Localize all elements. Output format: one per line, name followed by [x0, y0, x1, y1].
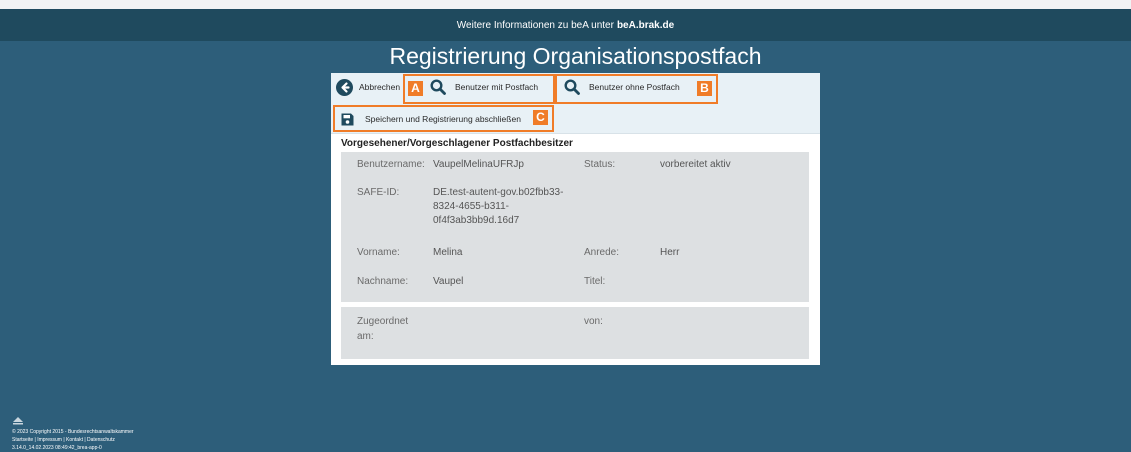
floppy-disk-icon: [341, 113, 354, 125]
salutation-label: Anrede:: [584, 247, 620, 258]
assignment-panel: Zugeordnet am: von:: [341, 307, 809, 359]
assigned-by-label: von:: [584, 316, 603, 327]
assigned-label-line-2: am:: [357, 331, 374, 342]
banner-link[interactable]: beA.brak.de: [617, 20, 674, 31]
title-label: Titel:: [584, 276, 606, 287]
footer-copyright: © 2023 Copyright 2015 - Bundesrechtsanwa…: [12, 429, 134, 435]
footer-version: 3.14.0_14.02.2023 08:49:42_brea-app-0: [12, 445, 102, 451]
search-icon: [430, 79, 446, 95]
page-title: Registrierung Organisationspostfach: [389, 43, 762, 69]
safe-id-line-2: 8324-4655-b311-: [433, 201, 509, 212]
toolbar: Abbrechen A Benutzer mit Postfach B Benu…: [331, 73, 820, 134]
users-with-mailbox-label: Benutzer mit Postfach: [455, 82, 539, 92]
cancel-label: Abbrechen: [359, 82, 401, 92]
status-label: Status:: [584, 159, 616, 170]
owner-details-panel: Benutzername: VaupelMelinaUFRJp Status: …: [341, 152, 809, 302]
marker-a: A: [408, 81, 423, 96]
footer-links[interactable]: Startseite | Impressum | Kontakt | Daten…: [12, 437, 115, 444]
username-value: VaupelMelinaUFRJp: [433, 159, 524, 170]
status-value: vorbereitet aktiv: [660, 159, 731, 170]
marker-b: B: [697, 81, 712, 96]
cancel-button[interactable]: Abbrechen: [336, 78, 400, 96]
lastname-label: Nachname:: [357, 276, 409, 287]
safe-id-line-1: DE.test-autent-gov.b02fbb33-: [433, 187, 564, 198]
safe-id-label: SAFE-ID:: [357, 187, 400, 198]
users-with-mailbox-button[interactable]: Benutzer mit Postfach: [430, 78, 538, 96]
username-label: Benutzername:: [357, 159, 425, 170]
firstname-label: Vorname:: [357, 247, 400, 258]
arrow-left-circle-icon: [336, 78, 353, 96]
top-strip: [0, 0, 1131, 9]
info-banner: Weitere Informationen zu beA unter beA.b…: [0, 9, 1131, 41]
section-heading: Vorgesehener/Vorgeschlagener Postfachbes…: [341, 138, 573, 149]
assigned-label-line-1: Zugeordnet: [357, 316, 409, 327]
banner-text: Weitere Informationen zu beA unter: [456, 19, 614, 31]
save-register-label: Speichern und Registrierung abschließen: [365, 114, 521, 124]
users-without-mailbox-label: Benutzer ohne Postfach: [589, 82, 680, 92]
marker-c: C: [533, 110, 548, 125]
registration-card: Abbrechen A Benutzer mit Postfach B Benu…: [331, 73, 820, 365]
salutation-value: Herr: [660, 247, 680, 258]
safe-id-line-3: 0f4f3ab3bb9d.16d7: [433, 215, 520, 226]
search-icon: [564, 79, 580, 95]
save-register-button[interactable]: Speichern und Registrierung abschließen: [340, 110, 521, 128]
firstname-value: Melina: [433, 247, 463, 258]
brak-logo-icon: [13, 417, 23, 425]
lastname-value: Vaupel: [433, 276, 464, 287]
users-without-mailbox-button[interactable]: Benutzer ohne Postfach: [564, 78, 680, 96]
